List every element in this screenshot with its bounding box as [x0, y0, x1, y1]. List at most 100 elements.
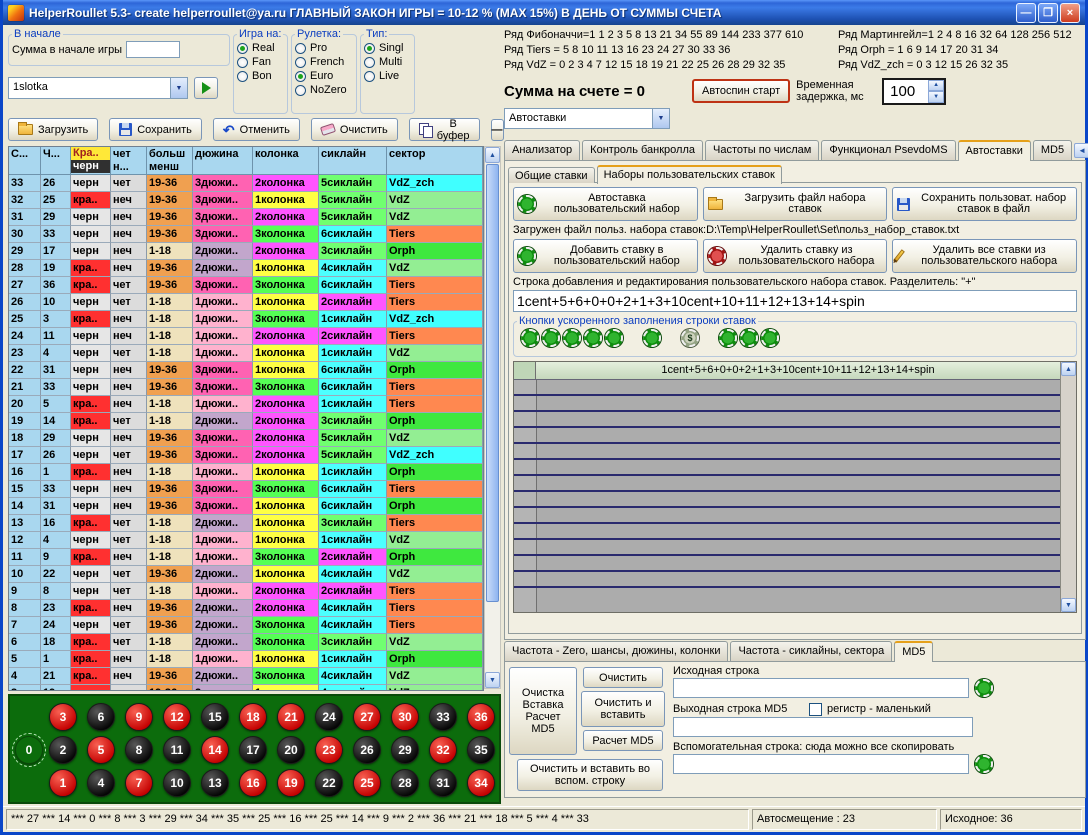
chip-button[interactable]	[719, 329, 737, 347]
collapse-button[interactable]: —	[491, 119, 504, 141]
table-row[interactable]: 161кра..неч1-181дюжи..1колонка1сиклайнOr…	[9, 464, 483, 481]
bet-list-row[interactable]	[514, 460, 1060, 476]
board-number-24[interactable]: 24	[315, 703, 343, 731]
board-number-22[interactable]: 22	[315, 769, 343, 797]
radio-multi[interactable]: Multi	[364, 55, 411, 69]
board-number-18[interactable]: 18	[239, 703, 267, 731]
board-number-1[interactable]: 1	[49, 769, 77, 797]
board-number-10[interactable]: 10	[163, 769, 191, 797]
board-number-30[interactable]: 30	[391, 703, 419, 731]
board-number-11[interactable]: 11	[163, 736, 191, 764]
автоставка-пользовательский-набор-button[interactable]: Автоставка пользовательский набор	[513, 187, 698, 221]
board-number-6[interactable]: 6	[87, 703, 115, 731]
table-row[interactable]: 253кра..неч1-181дюжи..3колонка1сиклайнVd…	[9, 311, 483, 328]
board-number-13[interactable]: 13	[201, 769, 229, 797]
board-number-0[interactable]: 0	[15, 736, 43, 764]
scroll-down-icon[interactable]: ▼	[485, 672, 500, 688]
board-number-15[interactable]: 15	[201, 703, 229, 731]
board-number-7[interactable]: 7	[125, 769, 153, 797]
chevron-down-icon[interactable]: ▼	[170, 78, 187, 98]
close-button[interactable]: ×	[1060, 3, 1080, 23]
md5-calc-button[interactable]: Расчет MD5	[583, 730, 663, 751]
table-row[interactable]: 1316кра..чет1-182дюжи..1колонка3сиклайнT…	[9, 515, 483, 532]
board-number-27[interactable]: 27	[353, 703, 381, 731]
chip-button[interactable]	[740, 329, 758, 347]
board-number-36[interactable]: 36	[467, 703, 495, 731]
bet-list-row[interactable]	[514, 540, 1060, 556]
scrollbar-thumb[interactable]	[486, 164, 499, 602]
slot-combo[interactable]: 1slotka ▼	[8, 77, 188, 99]
tab-md5[interactable]: MD5	[894, 641, 933, 662]
radio-singl[interactable]: Singl	[364, 41, 411, 55]
board-number-20[interactable]: 20	[277, 736, 305, 764]
spin-up-icon[interactable]: ▲	[928, 80, 944, 92]
chip-button[interactable]	[643, 329, 661, 347]
chip-button[interactable]	[605, 329, 623, 347]
добавить-ставку-в-пользовательский-набор-button[interactable]: Добавить ставку в пользовательский набор	[513, 239, 698, 273]
subtab-наборы-пользовательских-ставок[interactable]: Наборы пользовательских ставок	[597, 165, 782, 184]
table-row[interactable]: 3225кра..неч19-363дюжи..1колонка5сиклайн…	[9, 192, 483, 209]
board-number-32[interactable]: 32	[429, 736, 457, 764]
отменить-button[interactable]: Отменить	[213, 118, 300, 141]
board-number-21[interactable]: 21	[277, 703, 305, 731]
table-row[interactable]: 724чернчет19-362дюжи..3колонка4сиклайнTi…	[9, 617, 483, 634]
table-row[interactable]: 1022чернчет19-362дюжи..1колонка4сиклайнV…	[9, 566, 483, 583]
bet-list-row[interactable]	[514, 572, 1060, 588]
board-number-28[interactable]: 28	[391, 769, 419, 797]
scroll-up-icon[interactable]: ▲	[485, 147, 500, 163]
tab-md5[interactable]: MD5	[1033, 140, 1072, 160]
register-checkbox[interactable]	[809, 703, 822, 716]
dollar-chip-button[interactable]: $	[681, 329, 699, 347]
table-row[interactable]: 618кра..чет1-182дюжи..3колонка3сиклайнVd…	[9, 634, 483, 651]
bet-list-row[interactable]	[514, 524, 1060, 540]
chip-button[interactable]	[761, 329, 779, 347]
table-row[interactable]: 1533черннеч19-363дюжи..3колонка6сиклайнT…	[9, 481, 483, 498]
board-number-19[interactable]: 19	[277, 769, 305, 797]
bet-list-row[interactable]	[514, 476, 1060, 492]
table-row[interactable]: 205кра..неч1-181дюжи..2колонка1сиклайнTi…	[9, 396, 483, 413]
play-button[interactable]	[194, 77, 218, 99]
очистить-button[interactable]: Очистить	[311, 118, 398, 141]
table-scrollbar[interactable]: ▲ ▼	[484, 146, 501, 689]
board-number-4[interactable]: 4	[87, 769, 115, 797]
board-number-2[interactable]: 2	[49, 736, 77, 764]
table-row[interactable]: 1726чернчет19-363дюжи..2колонка5сиклайнV…	[9, 447, 483, 464]
table-row[interactable]: 1829черннеч19-363дюжи..2колонка5сиклайнV…	[9, 430, 483, 447]
table-row[interactable]: 1914кра..чет1-182дюжи..2колонка3сиклайнO…	[9, 413, 483, 430]
radio-fan[interactable]: Fan	[237, 55, 284, 69]
table-row[interactable]: 2133черннеч19-363дюжи..3колонка6сиклайнT…	[9, 379, 483, 396]
bet-list-row[interactable]	[514, 396, 1060, 412]
table-row[interactable]: 319кра..неч19-362дюжи..1колонка4сиклайнV…	[9, 685, 483, 690]
table-row[interactable]: 823кра..неч19-362дюжи..2колонка4сиклайнT…	[9, 600, 483, 617]
board-number-35[interactable]: 35	[467, 736, 495, 764]
удалить-ставку-из-пользовательского-набора-button[interactable]: Удалить ставку из пользовательского набо…	[703, 239, 888, 273]
radio-live[interactable]: Live	[364, 69, 411, 83]
subtab-общие-ставки[interactable]: Общие ставки	[508, 167, 595, 183]
chevron-down-icon[interactable]: ▼	[652, 109, 669, 128]
delay-spinner[interactable]: 100 ▲ ▼	[882, 78, 946, 105]
table-row[interactable]: 2610чернчет1-181дюжи..1колонка2сиклайнTi…	[9, 294, 483, 311]
maximize-button[interactable]: ❐	[1038, 3, 1058, 23]
table-row[interactable]: 2231черннеч19-363дюжи..1колонка6сиклайнO…	[9, 362, 483, 379]
сохранить-пользоват-набор-ставок-в-файл-button[interactable]: Сохранить пользоват. набор ставок в файл	[892, 187, 1077, 221]
radio-french[interactable]: French	[295, 55, 353, 69]
md5-clear-paste-calc-button[interactable]: Очистка Вставка Расчет MD5	[509, 667, 577, 755]
table-row[interactable]: 98чернчет1-181дюжи..2колонка2сиклайнTier…	[9, 583, 483, 600]
md5-aux-input[interactable]	[673, 754, 969, 774]
table-row[interactable]: 2917черннеч1-182дюжи..2колонка3сиклайнOr…	[9, 243, 483, 260]
board-number-25[interactable]: 25	[353, 769, 381, 797]
удалить-все-ставки-из-пользовательского-набора-button[interactable]: Удалить все ставки из пользовательского …	[892, 239, 1077, 273]
bet-list-row[interactable]	[514, 444, 1060, 460]
md5-aux-chip-button[interactable]	[975, 755, 993, 773]
table-row[interactable]: 51кра..неч1-181дюжи..1колонка1сиклайнOrp…	[9, 651, 483, 668]
bet-string-input[interactable]	[513, 290, 1077, 312]
md5-clear-and-paste-button[interactable]: Очистить и вставить	[581, 691, 665, 727]
board-number-17[interactable]: 17	[239, 736, 267, 764]
tab-функционал-psevdoms[interactable]: Функционал PsevdoMS	[821, 140, 955, 160]
bet-list-row[interactable]	[514, 508, 1060, 524]
в-буфер-button[interactable]: В буфер	[409, 118, 480, 141]
tab-контроль-банкролла[interactable]: Контроль банкролла	[582, 140, 703, 160]
table-row[interactable]: 1431черннеч19-363дюжи..1колонка6сиклайнO…	[9, 498, 483, 515]
bet-list-row[interactable]	[514, 492, 1060, 508]
table-row[interactable]: 421кра..неч19-362дюжи..3колонка4сиклайнV…	[9, 668, 483, 685]
